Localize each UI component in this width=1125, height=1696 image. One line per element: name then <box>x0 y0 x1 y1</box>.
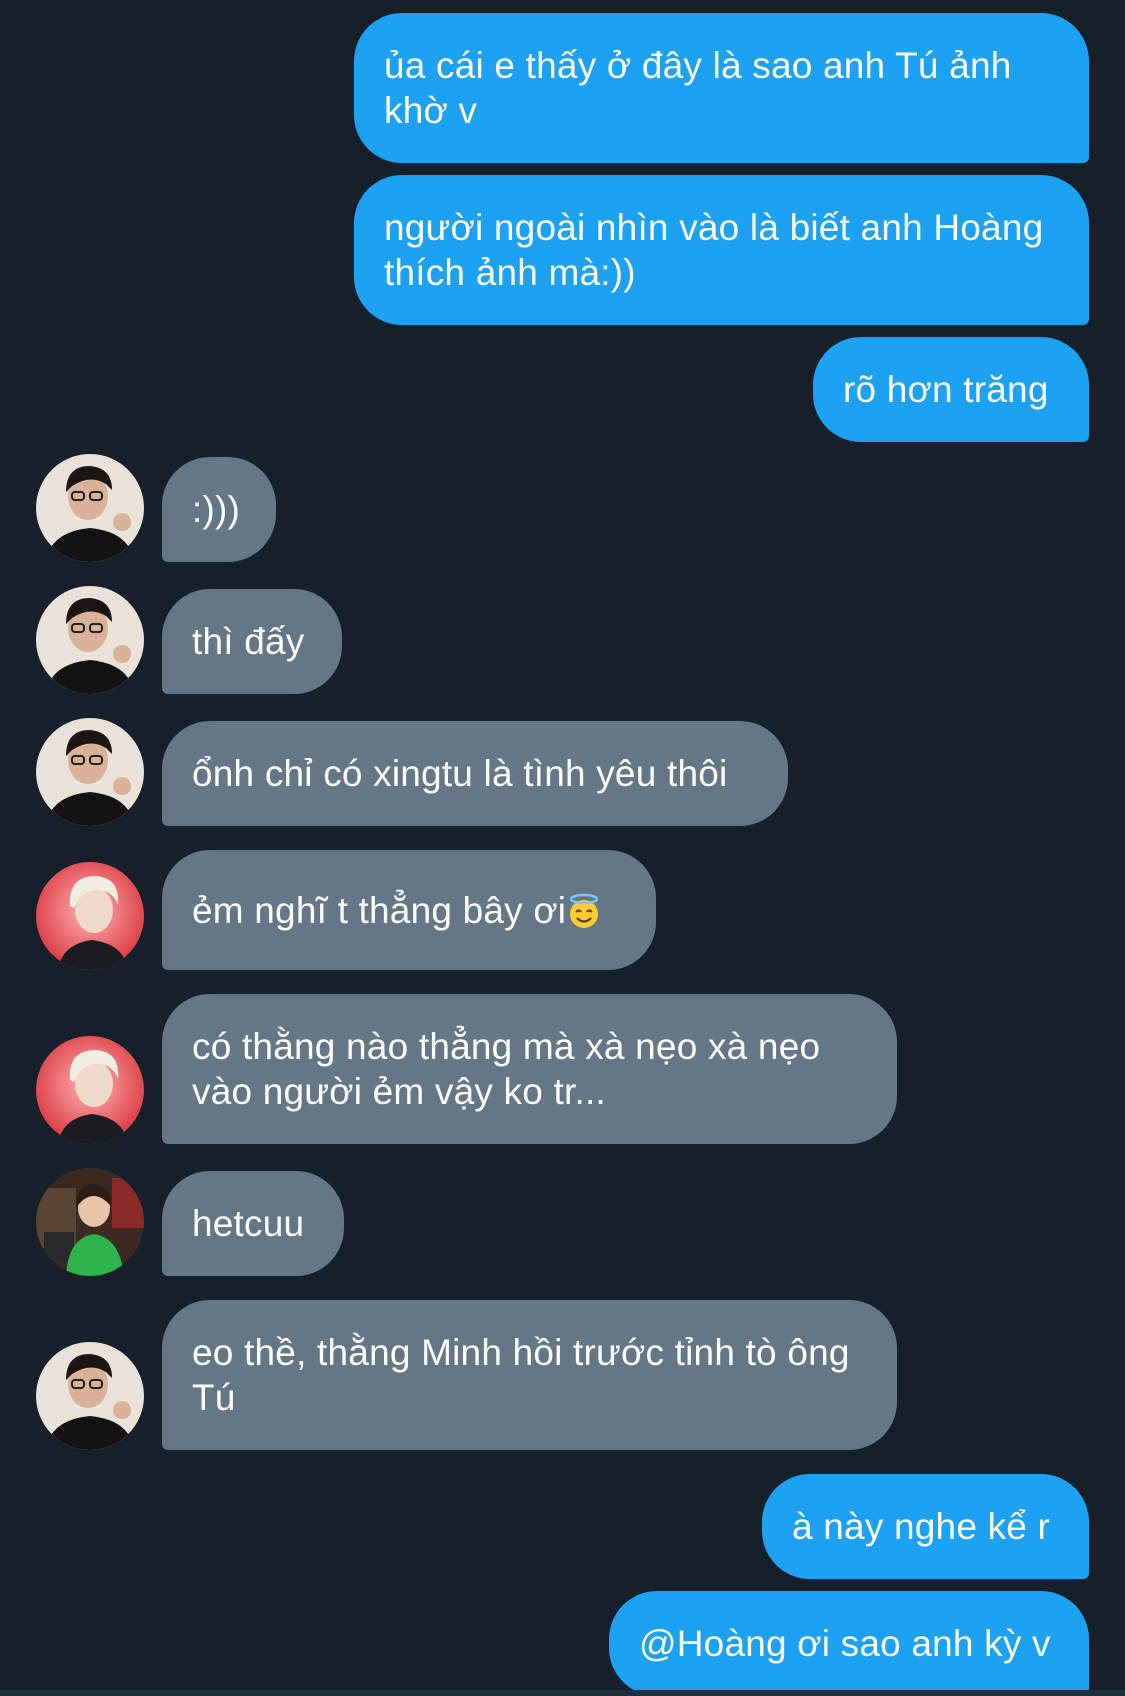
message-text: có thằng nào thẳng mà xà nẹo xà nẹo vào … <box>192 1026 821 1112</box>
incoming-message[interactable]: ẻm nghĩ t thẳng bây ơi <box>162 850 656 970</box>
incoming-message[interactable]: thì đấy <box>162 589 342 694</box>
outgoing-message[interactable]: rõ hơn trăng <box>813 337 1089 442</box>
message-text: @Hoàng ơi sao anh kỳ v <box>639 1623 1051 1664</box>
message-text: à này nghe kể r <box>792 1506 1051 1547</box>
glasses-man-avatar[interactable] <box>36 586 144 694</box>
message-text: eo thề, thằng Minh hồi trước tỉnh tò ông… <box>192 1332 850 1418</box>
message-text: :))) <box>192 489 241 530</box>
message-text: người ngoài nhìn vào là biết anh Hoàng t… <box>384 207 1044 293</box>
message-text: hetcuu <box>192 1203 305 1244</box>
outgoing-message[interactable]: người ngoài nhìn vào là biết anh Hoàng t… <box>354 175 1089 325</box>
blond-man-avatar[interactable] <box>36 862 144 970</box>
incoming-message[interactable]: có thằng nào thẳng mà xà nẹo xà nẹo vào … <box>162 994 897 1144</box>
incoming-message[interactable]: ổnh chỉ có xingtu là tình yêu thôi <box>162 721 788 826</box>
blond-man-avatar[interactable] <box>36 1036 144 1144</box>
message-text: ổnh chỉ có xingtu là tình yêu thôi <box>192 753 728 794</box>
glasses-man-avatar[interactable] <box>36 454 144 562</box>
incoming-message[interactable]: :))) <box>162 457 276 562</box>
conversation-thread: ủa cái e thấy ở đây là sao anh Tú ảnh kh… <box>0 0 1125 1696</box>
glasses-man-avatar[interactable] <box>36 1342 144 1450</box>
green-shirt-avatar[interactable] <box>36 1168 144 1276</box>
message-text: ẻm nghĩ t thẳng bây ơi <box>192 888 602 933</box>
incoming-message[interactable]: hetcuu <box>162 1171 344 1276</box>
outgoing-message[interactable]: à này nghe kể r <box>762 1474 1089 1579</box>
incoming-message[interactable]: eo thề, thằng Minh hồi trước tỉnh tò ông… <box>162 1300 897 1450</box>
divider <box>0 1690 1125 1696</box>
smiling-face-with-halo-emoji <box>569 893 599 928</box>
message-text: rõ hơn trăng <box>843 369 1049 410</box>
message-text: thì đấy <box>192 621 305 662</box>
outgoing-message[interactable]: @Hoàng ơi sao anh kỳ v <box>609 1591 1089 1696</box>
glasses-man-avatar[interactable] <box>36 718 144 826</box>
outgoing-message[interactable]: ủa cái e thấy ở đây là sao anh Tú ảnh kh… <box>354 13 1089 163</box>
message-text: ủa cái e thấy ở đây là sao anh Tú ảnh kh… <box>384 45 1012 131</box>
